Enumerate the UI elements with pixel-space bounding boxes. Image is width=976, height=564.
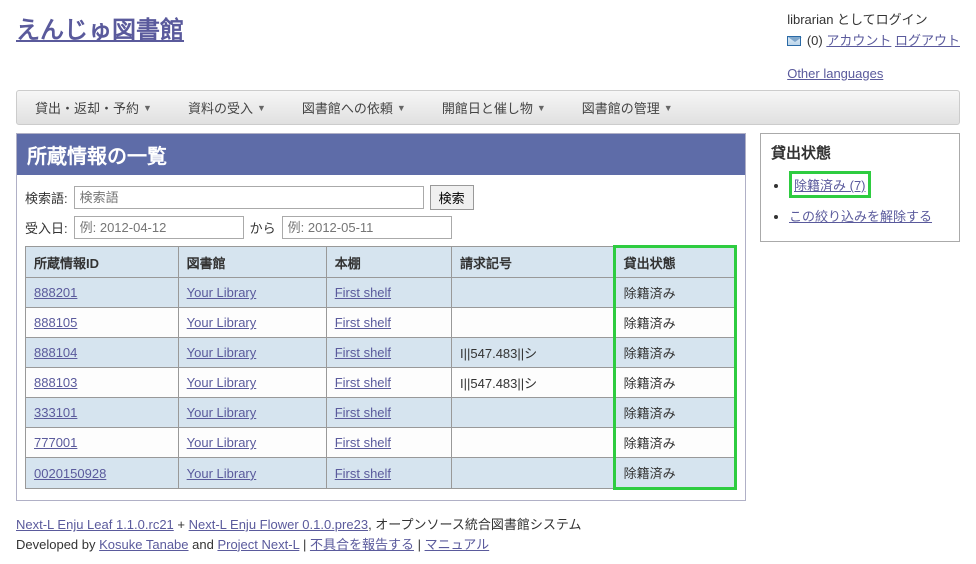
shelf-link[interactable]: First shelf [335, 405, 391, 420]
status-cell: 除籍済み [614, 458, 735, 489]
col-call: 請求記号 [452, 247, 615, 278]
item-id-link[interactable]: 333101 [34, 405, 77, 420]
status-cell: 除籍済み [614, 278, 735, 308]
mail-icon [787, 36, 801, 46]
library-link[interactable]: Your Library [187, 315, 257, 330]
project-link[interactable]: Project Next-L [217, 537, 299, 552]
menu-label: 図書館への依頼 [302, 98, 393, 117]
status-cell: 除籍済み [614, 398, 735, 428]
plus-separator: + [174, 517, 189, 532]
menu-label: 資料の受入 [188, 98, 253, 117]
report-bug-link[interactable]: 不具合を報告する [310, 537, 414, 552]
library-link[interactable]: Your Library [187, 405, 257, 420]
library-link[interactable]: Your Library [187, 435, 257, 450]
chevron-down-icon: ▼ [397, 103, 406, 113]
pipe-separator: | [414, 537, 425, 552]
logout-link[interactable]: ログアウト [895, 33, 960, 48]
enju-flower-link[interactable]: Next-L Enju Flower 0.1.0.pre23 [189, 517, 368, 532]
item-id-link[interactable]: 888104 [34, 345, 77, 360]
table-row: 333101 Your Library First shelf 除籍済み [26, 398, 736, 428]
status-cell: 除籍済み [614, 428, 735, 458]
call-number [452, 308, 615, 338]
filter-removed-link[interactable]: 除籍済み (7) [794, 178, 866, 193]
menu-label: 開館日と催し物 [442, 98, 533, 117]
manual-link[interactable]: マニュアル [425, 537, 490, 552]
call-number [452, 278, 615, 308]
library-link[interactable]: Your Library [187, 345, 257, 360]
menu-admin[interactable]: 図書館の管理 ▼ [564, 91, 691, 124]
shelf-link[interactable]: First shelf [335, 435, 391, 450]
date-to-input[interactable] [282, 216, 452, 239]
footer: Next-L Enju Leaf 1.1.0.rc21 + Next-L Enj… [16, 515, 960, 554]
library-link[interactable]: Your Library [187, 466, 257, 481]
shelf-link[interactable]: First shelf [335, 375, 391, 390]
date-separator: から [250, 218, 276, 237]
developed-by: Developed by [16, 537, 99, 552]
menu-requests[interactable]: 図書館への依頼 ▼ [284, 91, 424, 124]
item-id-link[interactable]: 888105 [34, 315, 77, 330]
shelf-link[interactable]: First shelf [335, 466, 391, 481]
and-separator: and [189, 537, 218, 552]
call-number [452, 458, 615, 489]
chevron-down-icon: ▼ [143, 103, 152, 113]
call-number [452, 398, 615, 428]
menu-label: 図書館の管理 [582, 98, 660, 117]
search-input[interactable] [74, 186, 424, 209]
footer-desc: , オープンソース統合図書館システム [368, 517, 581, 532]
status-cell: 除籍済み [614, 368, 735, 398]
menu-checkout[interactable]: 貸出・返却・予約 ▼ [17, 91, 170, 124]
main-menu: 貸出・返却・予約 ▼ 資料の受入 ▼ 図書館への依頼 ▼ 開館日と催し物 ▼ 図書館の管… [16, 90, 960, 125]
pipe-separator: | [299, 537, 310, 552]
main-content: 所蔵情報の一覧 検索語: 検索 受入日: から 所蔵情報ID 図書館 [16, 133, 746, 501]
chevron-down-icon: ▼ [664, 103, 673, 113]
table-row: 888104 Your Library First shelf I||547.483|… [26, 338, 736, 368]
status-cell: 除籍済み [614, 308, 735, 338]
chevron-down-icon: ▼ [537, 103, 546, 113]
sidebar: 貸出状態 除籍済み (7) この絞り込みを解除する [760, 133, 960, 242]
author-link[interactable]: Kosuke Tanabe [99, 537, 188, 552]
page-title: 所蔵情報の一覧 [17, 134, 745, 175]
menu-events[interactable]: 開館日と催し物 ▼ [424, 91, 564, 124]
item-id-link[interactable]: 888201 [34, 285, 77, 300]
menu-acquisition[interactable]: 資料の受入 ▼ [170, 91, 284, 124]
library-link[interactable]: Your Library [187, 375, 257, 390]
item-id-link[interactable]: 888103 [34, 375, 77, 390]
shelf-link[interactable]: First shelf [335, 285, 391, 300]
date-from-input[interactable] [74, 216, 244, 239]
table-row: 777001 Your Library First shelf 除籍済み [26, 428, 736, 458]
site-title[interactable]: えんじゅ図書館 [16, 10, 184, 45]
search-button[interactable]: 検索 [430, 185, 474, 210]
shelf-link[interactable]: First shelf [335, 345, 391, 360]
table-row: 0020150928 Your Library First shelf 除籍済み [26, 458, 736, 489]
enju-leaf-link[interactable]: Next-L Enju Leaf 1.1.0.rc21 [16, 517, 174, 532]
menu-label: 貸出・返却・予約 [35, 98, 139, 117]
col-library: 図書館 [178, 247, 326, 278]
items-table: 所蔵情報ID 図書館 本棚 請求記号 貸出状態 888201 Your Libra… [25, 245, 737, 490]
table-row: 888103 Your Library First shelf I||547.483|… [26, 368, 736, 398]
col-status: 貸出状態 [614, 247, 735, 278]
chevron-down-icon: ▼ [257, 103, 266, 113]
col-shelf: 本棚 [326, 247, 451, 278]
shelf-link[interactable]: First shelf [335, 315, 391, 330]
col-id: 所蔵情報ID [26, 247, 179, 278]
call-number [452, 428, 615, 458]
table-header-row: 所蔵情報ID 図書館 本棚 請求記号 貸出状態 [26, 247, 736, 278]
call-number: I||547.483||シ [452, 338, 615, 368]
header-right: librarian としてログイン (0) アカウント ログアウト Other … [787, 10, 960, 84]
reset-filter-link[interactable]: この絞り込みを解除する [789, 209, 932, 224]
item-id-link[interactable]: 777001 [34, 435, 77, 450]
table-row: 888105 Your Library First shelf 除籍済み [26, 308, 736, 338]
other-languages-link[interactable]: Other languages [787, 66, 883, 81]
item-id-link[interactable]: 0020150928 [34, 466, 106, 481]
message-count: (0) [807, 33, 823, 48]
status-cell: 除籍済み [614, 338, 735, 368]
table-row: 888201 Your Library First shelf 除籍済み [26, 278, 736, 308]
call-number: I||547.483||シ [452, 368, 615, 398]
login-status: librarian としてログイン [787, 10, 960, 31]
search-label: 検索語: [25, 188, 68, 207]
library-link[interactable]: Your Library [187, 285, 257, 300]
account-link[interactable]: アカウント [826, 33, 891, 48]
date-label: 受入日: [25, 218, 68, 237]
sidebar-title: 貸出状態 [771, 142, 949, 163]
